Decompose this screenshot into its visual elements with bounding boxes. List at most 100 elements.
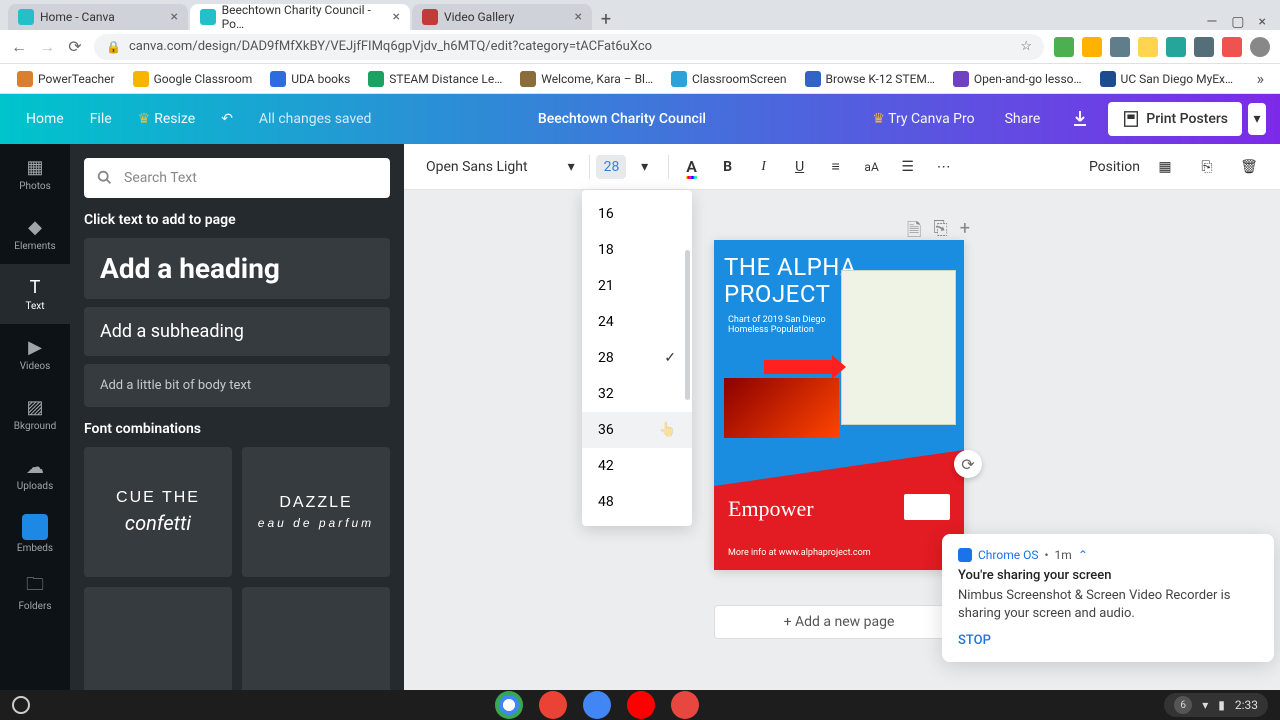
- add-heading-button[interactable]: Add a heading: [84, 238, 390, 299]
- bookmark-item[interactable]: Open-and-go lesso…: [946, 68, 1089, 90]
- rail-text[interactable]: TText: [0, 264, 70, 324]
- chevron-up-icon[interactable]: ⌃: [1078, 548, 1088, 562]
- bookmark-item[interactable]: PowerTeacher: [10, 68, 122, 90]
- add-subheading-button[interactable]: Add a subheading: [84, 307, 390, 356]
- list-button[interactable]: ☰: [891, 150, 925, 184]
- extension-icon[interactable]: [1054, 37, 1074, 57]
- bookmark-item[interactable]: UC San Diego MyEx…: [1093, 68, 1241, 90]
- font-color-button[interactable]: A: [675, 150, 709, 184]
- transparency-button[interactable]: ▦: [1148, 150, 1182, 184]
- position-button[interactable]: Position: [1089, 159, 1140, 175]
- docs-icon[interactable]: [583, 691, 611, 719]
- more-icon[interactable]: ⋯: [927, 150, 961, 184]
- forward-icon[interactable]: →: [38, 38, 56, 56]
- scrollbar[interactable]: [685, 250, 690, 400]
- star-icon[interactable]: ☆: [1020, 39, 1032, 54]
- profile-icon[interactable]: [1250, 37, 1270, 57]
- delete-button[interactable]: 🗑: [1232, 150, 1266, 184]
- youtube-icon[interactable]: [627, 691, 655, 719]
- extension-icon[interactable]: [1138, 37, 1158, 57]
- bookmark-item[interactable]: STEAM Distance Le…: [361, 68, 509, 90]
- print-chevron-down-icon[interactable]: ▾: [1248, 103, 1266, 135]
- font-family-select[interactable]: Open Sans Light ▾: [418, 155, 583, 179]
- minimize-icon[interactable]: —: [1206, 14, 1217, 30]
- extension-icon[interactable]: [1166, 37, 1186, 57]
- try-pro-button[interactable]: ♛ Try Canva Pro: [860, 105, 986, 133]
- rail-folders[interactable]: 🗀Folders: [0, 564, 70, 624]
- bookmark-item[interactable]: Browse K-12 STEM…: [798, 68, 942, 90]
- close-icon[interactable]: ×: [575, 9, 582, 25]
- rail-videos[interactable]: ▶Videos: [0, 324, 70, 384]
- poster-image[interactable]: [724, 378, 839, 438]
- extension-icon[interactable]: [1110, 37, 1130, 57]
- resize-button[interactable]: ♛Resize: [126, 105, 208, 133]
- search-input[interactable]: Search Text: [84, 158, 390, 198]
- rail-photos[interactable]: ▦Photos: [0, 144, 70, 204]
- size-option-21[interactable]: 21: [582, 268, 692, 304]
- font-size-input[interactable]: 28: [596, 155, 626, 179]
- close-icon[interactable]: ×: [393, 9, 400, 25]
- add-body-text-button[interactable]: Add a little bit of body text: [84, 364, 390, 407]
- bookmark-item[interactable]: UDA books: [263, 68, 357, 90]
- back-icon[interactable]: ←: [10, 38, 28, 56]
- size-option-48[interactable]: 48: [582, 484, 692, 520]
- bookmark-item[interactable]: Welcome, Kara – Bl…: [513, 68, 660, 90]
- poster-footer-text[interactable]: More info at www.alphaproject.com: [728, 548, 871, 558]
- tab-active[interactable]: Beechtown Charity Council - Po… ×: [190, 4, 410, 30]
- bookmarks-overflow-icon[interactable]: »: [1257, 69, 1271, 88]
- new-tab-button[interactable]: +: [594, 9, 618, 30]
- refresh-icon[interactable]: ⟳: [954, 450, 982, 478]
- chrome-icon[interactable]: [495, 691, 523, 719]
- bookmark-item[interactable]: ClassroomScreen: [664, 68, 794, 90]
- address-bar[interactable]: 🔒 canva.com/design/DAD9fMfXkBY/VEJjfFIMq…: [94, 34, 1044, 60]
- poster-chart-image[interactable]: [841, 270, 956, 425]
- extension-icon[interactable]: [1222, 37, 1242, 57]
- file-menu[interactable]: File: [78, 105, 124, 133]
- font-size-dropdown-button[interactable]: ▾: [628, 150, 662, 184]
- rail-elements[interactable]: ◆Elements: [0, 204, 70, 264]
- tab-canva-home[interactable]: Home - Canva ×: [8, 4, 188, 30]
- gmail-icon[interactable]: [539, 691, 567, 719]
- home-button[interactable]: Home: [14, 105, 76, 133]
- rail-uploads[interactable]: ☁Uploads: [0, 444, 70, 504]
- close-icon[interactable]: ×: [171, 9, 178, 25]
- poster-logo[interactable]: [904, 494, 950, 520]
- size-option-28[interactable]: 28✓: [582, 340, 692, 376]
- italic-button[interactable]: I: [747, 150, 781, 184]
- size-option-24[interactable]: 24: [582, 304, 692, 340]
- size-option-36[interactable]: 36👆: [582, 412, 692, 448]
- size-option-42[interactable]: 42: [582, 448, 692, 484]
- system-tray[interactable]: 6 ▾ ▮ 2:33: [1164, 693, 1268, 717]
- print-posters-button[interactable]: Print Posters: [1108, 102, 1242, 136]
- document-title[interactable]: Beechtown Charity Council: [538, 111, 706, 127]
- font-combo-item[interactable]: DAZZLEeau de parfum: [242, 447, 390, 577]
- underline-button[interactable]: U: [783, 150, 817, 184]
- rail-embeds[interactable]: Embeds: [0, 504, 70, 564]
- font-combo-item[interactable]: CUE THEconfetti: [84, 447, 232, 577]
- size-option-16[interactable]: 16: [582, 196, 692, 232]
- extension-icon[interactable]: [1082, 37, 1102, 57]
- poster-page[interactable]: The AlphaProject Chart of 2019 San Diego…: [714, 240, 964, 570]
- bookmark-item[interactable]: Google Classroom: [126, 68, 260, 90]
- extension-icon[interactable]: [1194, 37, 1214, 57]
- stop-sharing-button[interactable]: STOP: [958, 633, 1258, 648]
- copy-button[interactable]: ⎘: [1190, 150, 1224, 184]
- tab-video-gallery[interactable]: Video Gallery ×: [412, 4, 592, 30]
- download-button[interactable]: [1058, 103, 1102, 135]
- app-icon[interactable]: [671, 691, 699, 719]
- size-option-32[interactable]: 32: [582, 376, 692, 412]
- close-window-icon[interactable]: ×: [1259, 14, 1266, 30]
- undo-icon[interactable]: ↶: [209, 105, 245, 133]
- rail-background[interactable]: ▨Bkground: [0, 384, 70, 444]
- uppercase-button[interactable]: aA: [855, 150, 889, 184]
- launcher-icon[interactable]: [12, 696, 30, 714]
- size-option-18[interactable]: 18: [582, 232, 692, 268]
- add-new-page-button[interactable]: + Add a new page: [714, 605, 964, 639]
- poster-script-text[interactable]: Empower: [728, 496, 814, 522]
- alignment-button[interactable]: ≡: [819, 150, 853, 184]
- bold-button[interactable]: B: [711, 150, 745, 184]
- poster-arrow[interactable]: [764, 360, 834, 374]
- maximize-icon[interactable]: ▢: [1231, 14, 1244, 30]
- reload-icon[interactable]: ⟳: [66, 38, 84, 56]
- share-button[interactable]: Share: [993, 105, 1053, 133]
